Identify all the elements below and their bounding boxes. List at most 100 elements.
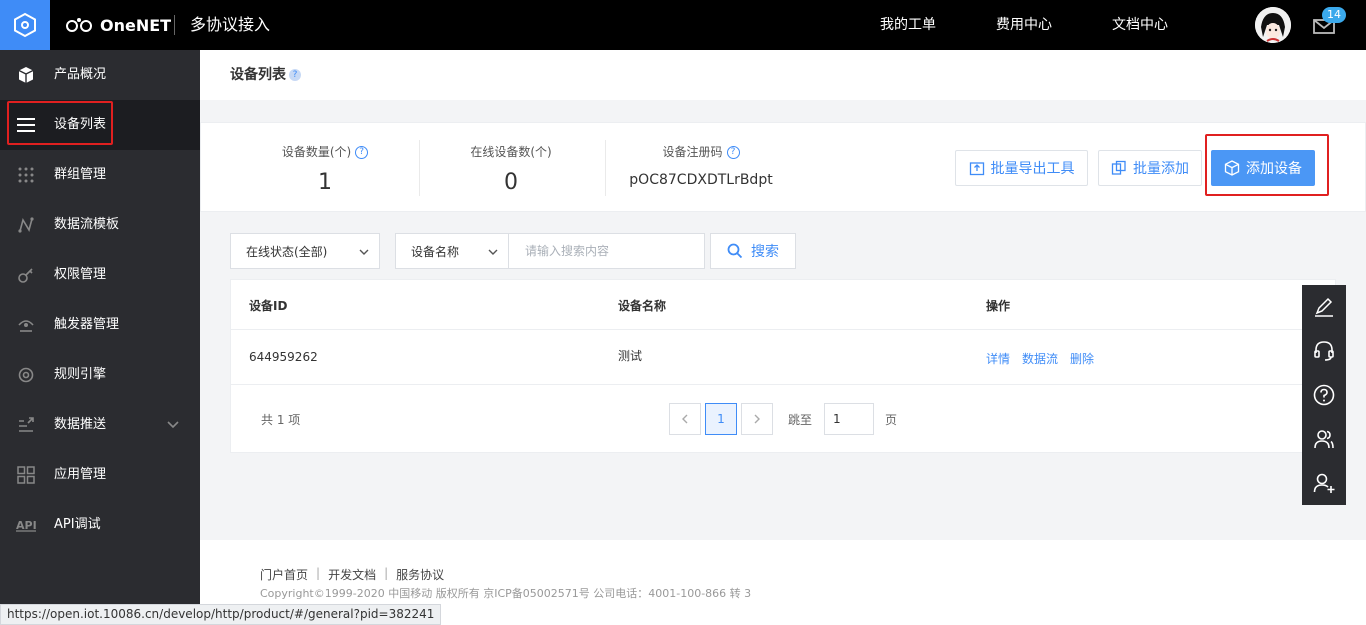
footer-link-terms[interactable]: 服务协议 [396, 566, 444, 583]
search-icon [727, 243, 743, 259]
stat-label: 设备注册码? [621, 143, 781, 160]
column-header-id: 设备ID [249, 299, 288, 313]
batch-export-button[interactable]: 批量导出工具 [955, 150, 1088, 186]
footer-separator: | [316, 566, 321, 580]
help-button[interactable] [1302, 373, 1346, 417]
top-bar: OneNET 多协议接入 我的工单 费用中心 文档中心 14 [0, 0, 1366, 50]
stat-label: 设备数量(个)? [261, 143, 389, 160]
product-name: 多协议接入 [190, 15, 271, 34]
list-icon [16, 115, 36, 135]
cell-device-name: 测试 [618, 349, 643, 363]
sidebar-item-stream-template[interactable]: 数据流模板 [0, 200, 200, 250]
search-button-label: 搜索 [751, 244, 779, 260]
sidebar-item-permissions[interactable]: 权限管理 [0, 250, 200, 300]
delete-link[interactable]: 删除 [1070, 352, 1094, 366]
page-unit-label: 页 [885, 413, 898, 427]
sidebar-item-apps[interactable]: 应用管理 [0, 450, 200, 500]
help-icon[interactable]: ? [289, 69, 301, 81]
sidebar-item-data-push[interactable]: 数据推送 [0, 400, 200, 450]
feedback-button[interactable] [1302, 285, 1346, 329]
footer-link-portal[interactable]: 门户首页 [260, 566, 308, 583]
page-button-current[interactable]: 1 [705, 403, 737, 435]
nav-docs[interactable]: 文档中心 [1082, 0, 1198, 50]
prev-page-button[interactable] [669, 403, 701, 435]
cell-device-id: 644959262 [249, 350, 318, 364]
footer-links: 门户首页 | 开发文档 | 服务协议 [260, 566, 444, 583]
search-field-value: 设备名称 [411, 244, 460, 259]
page-title-text: 设备列表 [230, 67, 286, 83]
search-input[interactable] [508, 233, 705, 269]
stat-divider [419, 140, 420, 196]
sidebar-item-overview[interactable]: 产品概况 [0, 50, 200, 100]
chevron-right-icon [754, 414, 760, 424]
help-icon[interactable]: ? [355, 146, 369, 159]
batch-export-label: 批量导出工具 [990, 161, 1075, 177]
search-field-select[interactable]: 设备名称 [395, 233, 509, 269]
sidebar-item-api-debug[interactable]: API API调试 [0, 500, 200, 550]
sidebar-item-label: 权限管理 [54, 267, 107, 282]
column-header-actions: 操作 [986, 299, 1011, 313]
online-count-value: 0 [504, 170, 518, 195]
users-icon [1314, 430, 1334, 449]
batch-add-label: 批量添加 [1133, 161, 1189, 177]
grid-dots-icon [16, 165, 36, 185]
jump-page-input[interactable] [824, 403, 874, 435]
add-device-label: 添加设备 [1246, 161, 1302, 177]
register-code-label: 设备注册码 [662, 145, 723, 159]
batch-add-button[interactable]: 批量添加 [1098, 150, 1202, 186]
chevron-left-icon [682, 414, 688, 424]
stats-card: 设备数量(个)? 1 在线设备数(个) 0 设备注册码? pOC87CDXDTL… [200, 122, 1366, 212]
sidebar-item-groups[interactable]: 群组管理 [0, 150, 200, 200]
pager-total: 共 1 项 [261, 413, 301, 427]
notification-badge: 14 [1322, 7, 1346, 23]
chevron-down-icon [359, 249, 369, 255]
apps-icon [16, 465, 36, 485]
api-icon: API [16, 515, 36, 535]
sidebar-item-triggers[interactable]: 触发器管理 [0, 300, 200, 350]
brand[interactable]: OneNET [66, 0, 171, 50]
stat-register-code: 设备注册码? pOC87CDXDTLrBdpt [621, 123, 781, 213]
nav-billing[interactable]: 费用中心 [966, 0, 1082, 50]
sidebar-item-label: 设备列表 [54, 117, 107, 132]
device-count-label: 设备数量(个) [281, 145, 352, 159]
search-button[interactable]: 搜索 [710, 233, 796, 269]
edit-icon [1315, 297, 1333, 317]
help-icon[interactable]: ? [726, 146, 740, 159]
sidebar: 产品概况 设备列表 群组管理 数据流模板 权限管理 触发器管理 规则引擎 数据推… [0, 50, 200, 625]
sidebar-item-label: 群组管理 [54, 167, 107, 182]
account-button[interactable] [1302, 461, 1346, 505]
sidebar-item-device-list[interactable]: 设备列表 [0, 100, 200, 150]
sidebar-item-rule-engine[interactable]: 规则引擎 [0, 350, 200, 400]
avatar-image-icon [1255, 7, 1291, 43]
online-status-value: 在线状态(全部) [246, 244, 328, 259]
push-icon [16, 415, 36, 435]
online-count-label: 在线设备数(个) [470, 145, 552, 159]
sidebar-item-label: 数据推送 [54, 417, 107, 432]
page-header: 设备列表? [200, 50, 1366, 100]
detail-link[interactable]: 详情 [986, 352, 1010, 366]
register-code-value[interactable]: pOC87CDXDTLrBdpt [621, 172, 781, 188]
device-table: 设备ID 设备名称 操作 644959262 测试 详情 数据流 删除 共 1 项 … [230, 279, 1336, 453]
brand-name: OneNET [100, 15, 172, 35]
datastream-link[interactable]: 数据流 [1022, 352, 1058, 366]
headset-icon [1314, 341, 1334, 361]
question-icon [1313, 384, 1335, 406]
sidebar-item-label: 触发器管理 [54, 317, 120, 332]
online-status-select[interactable]: 在线状态(全部) [230, 233, 380, 269]
community-button[interactable] [1302, 417, 1346, 461]
nav-my-tickets[interactable]: 我的工单 [850, 0, 966, 50]
key-icon [16, 265, 36, 285]
jump-label: 跳至 [788, 413, 813, 427]
cube-icon [16, 65, 36, 85]
next-page-button[interactable] [741, 403, 773, 435]
sidebar-item-label: 应用管理 [54, 467, 107, 482]
user-add-icon [1313, 473, 1335, 493]
customer-service-button[interactable] [1302, 329, 1346, 373]
stat-device-count: 设备数量(个)? 1 [261, 123, 389, 213]
add-device-button[interactable]: 添加设备 [1211, 150, 1315, 186]
user-avatar[interactable] [1255, 7, 1291, 43]
sidebar-item-label: 数据流模板 [54, 217, 120, 232]
home-logo[interactable] [0, 0, 50, 50]
footer-link-docs[interactable]: 开发文档 [328, 566, 376, 583]
cell-actions: 详情 数据流 删除 [986, 350, 1106, 367]
